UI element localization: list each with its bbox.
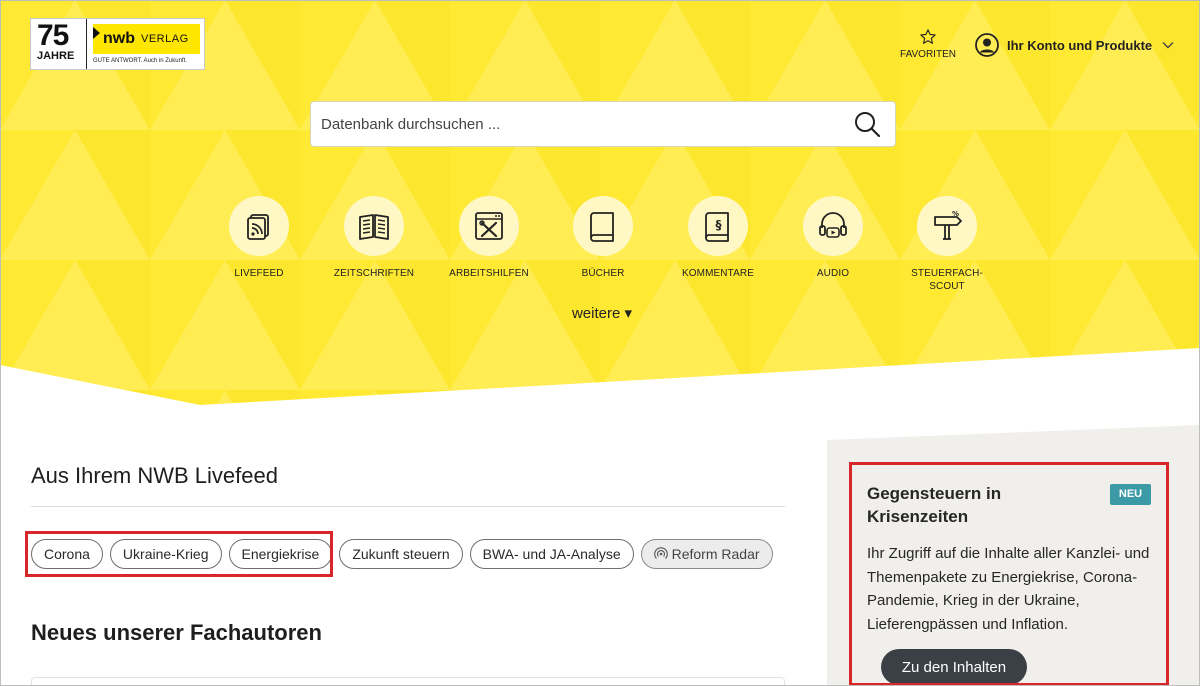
category-label: KOMMENTARE [682, 268, 754, 279]
account-label: Ihr Konto und Produkte [1007, 37, 1153, 53]
brand-suffix: VERLAG [141, 33, 189, 45]
account-menu[interactable]: Ihr Konto und Produkte [975, 33, 1174, 57]
side-panel-title: Gegensteuern in Krisenzeiten [867, 484, 1002, 526]
brand-triangle-icon [93, 27, 100, 39]
more-categories-button[interactable]: weitere ▾ [564, 304, 640, 322]
section-divider [31, 506, 785, 507]
new-badge: NEU [1110, 484, 1151, 505]
category-icon-circle [459, 196, 519, 256]
magazine-icon [359, 214, 389, 240]
category-label: ARBEITSHILFEN [449, 268, 529, 279]
tag-label: Ukraine-Krieg [122, 546, 209, 562]
tag-label: BWA- und JA-Analyse [482, 546, 621, 562]
svg-text:%: % [952, 210, 959, 218]
brand-mark: nwb VERLAG GUTE ANTWORT. Auch in Zukunft… [87, 19, 204, 69]
category-buecher[interactable]: BÜCHER [553, 196, 653, 280]
brand-badge: nwb VERLAG [93, 24, 200, 54]
tag-label: Reform Radar [671, 546, 760, 562]
search-bar [310, 101, 896, 147]
headphones-icon [819, 212, 847, 238]
anniversary-number: 75 [37, 19, 69, 52]
category-icon-circle: § [688, 196, 748, 256]
article-card[interactable] [31, 677, 785, 686]
livefeed-heading: Aus Ihrem NWB Livefeed [31, 463, 278, 488]
paragraph-book-icon: § [705, 212, 729, 242]
category-nav: LIVEFEED ZEITSCHRIFTEN ARBEITSHILFEN BÜC… [0, 196, 1200, 296]
authors-heading: Neues unserer Fachautoren [31, 620, 322, 645]
category-kommentare[interactable]: § KOMMENTARE [668, 196, 768, 280]
tag-label: Zukunft steuern [352, 546, 450, 562]
category-steuerfachscout[interactable]: % STEUERFACH- SCOUT [897, 196, 997, 293]
category-label: LIVEFEED [234, 268, 284, 279]
category-icon-circle [803, 196, 863, 256]
search-input[interactable] [311, 102, 853, 146]
category-livefeed[interactable]: LIVEFEED [209, 196, 309, 280]
to-contents-button[interactable]: Zu den Inhalten [881, 649, 1027, 685]
svg-text:§: § [716, 218, 722, 232]
brand-tagline: GUTE ANTWORT. Auch in Zukunft. [93, 58, 187, 64]
radar-icon [653, 547, 668, 559]
category-icon-circle [573, 196, 633, 256]
star-icon [920, 29, 936, 44]
brand-name: nwb [103, 30, 135, 47]
category-icon-circle [229, 196, 289, 256]
category-label: STEUERFACH- SCOUT [911, 268, 983, 292]
livefeed-tag-list: Corona Ukraine-Krieg Energiekrise Zukunf… [31, 539, 780, 569]
tag-reform-radar[interactable]: Reform Radar [640, 539, 773, 569]
tag-label: Energiekrise [241, 546, 320, 562]
search-icon[interactable] [853, 110, 881, 138]
category-label: ZEITSCHRIFTEN [333, 268, 415, 279]
side-panel-text: Ihr Zugriff auf die Inhalte aller Kanzle… [867, 545, 1150, 633]
anniversary-mark: 75 JAHRE [31, 19, 87, 69]
category-audio[interactable]: AUDIO [783, 196, 883, 280]
category-zeitschriften[interactable]: ZEITSCHRIFTEN [324, 196, 424, 280]
signpost-icon: % [934, 210, 962, 240]
tag-label: Corona [44, 546, 90, 562]
anniversary-word: JAHRE [37, 50, 75, 62]
tag-corona[interactable]: Corona [31, 539, 103, 569]
user-avatar-icon [975, 33, 999, 57]
livefeed-icon [247, 214, 269, 240]
tag-energiekrise[interactable]: Energiekrise [228, 539, 333, 569]
category-arbeitshilfen[interactable]: ARBEITSHILFEN [439, 196, 539, 280]
tag-ukraine-krieg[interactable]: Ukraine-Krieg [109, 539, 222, 569]
tools-icon [475, 212, 503, 240]
chevron-down-icon [1162, 42, 1174, 49]
favorites-link[interactable]: FAVORITEN [898, 28, 958, 60]
tag-zukunft-steuern[interactable]: Zukunft steuern [339, 539, 463, 569]
nwb-logo[interactable]: 75 JAHRE nwb VERLAG GUTE ANTWORT. Auch i… [30, 18, 205, 70]
category-label: BÜCHER [581, 268, 625, 279]
tag-bwa-ja-analyse[interactable]: BWA- und JA-Analyse [469, 539, 634, 569]
book-icon [590, 212, 614, 242]
category-label: AUDIO [816, 268, 850, 279]
favorites-label: FAVORITEN [900, 49, 956, 60]
category-icon-circle [344, 196, 404, 256]
category-icon-circle: % [917, 196, 977, 256]
